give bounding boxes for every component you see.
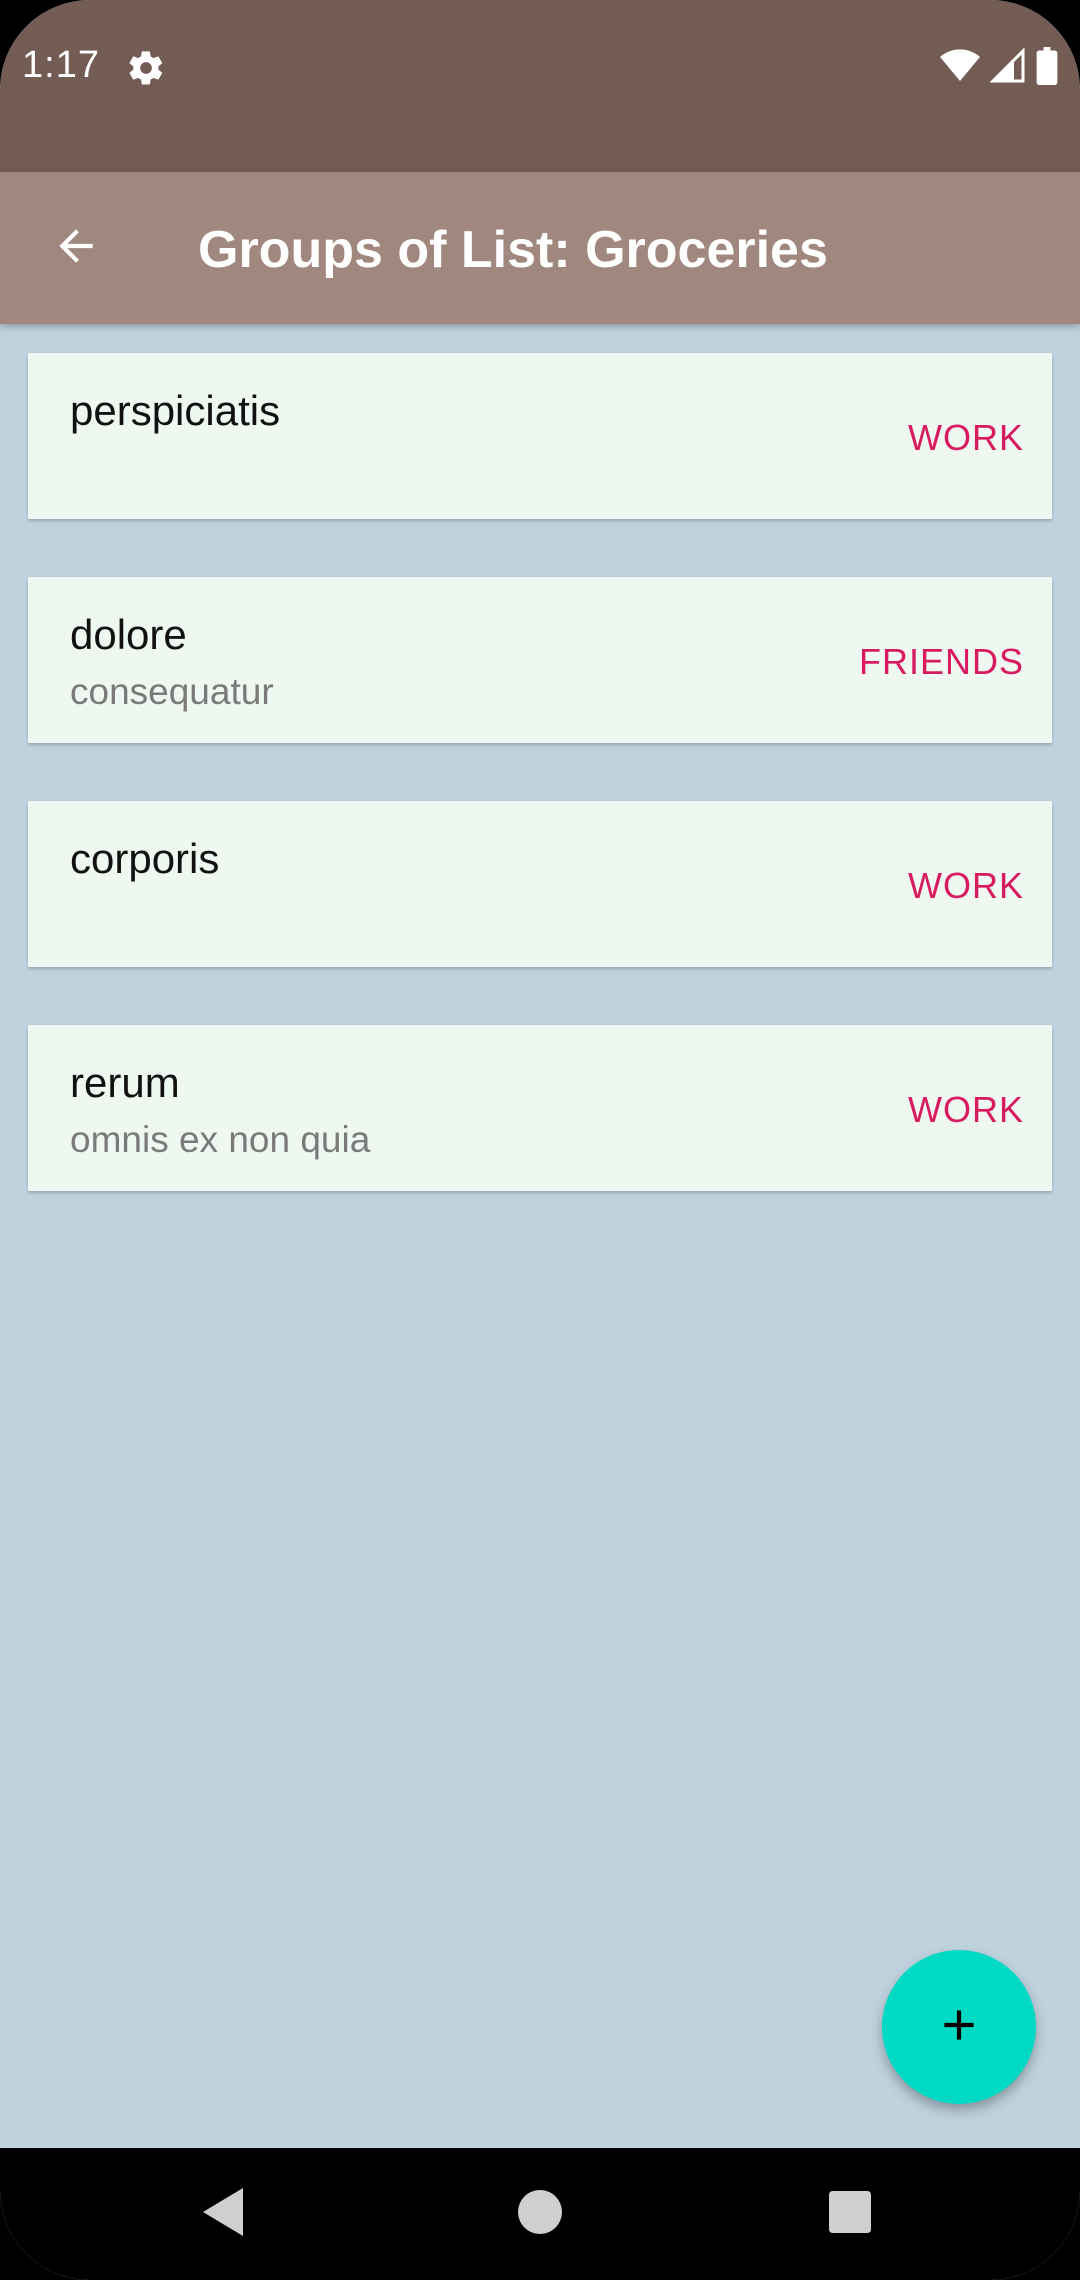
system-nav-bar [0, 2148, 1080, 2280]
home-circle-icon [518, 2189, 562, 2239]
list-item[interactable]: corporis WORK [28, 801, 1052, 967]
group-tag: WORK [908, 865, 1024, 906]
group-tag: WORK [908, 1089, 1024, 1130]
page-title: Groups of List: Groceries [198, 221, 828, 279]
signal-icon [989, 46, 1026, 89]
add-group-button[interactable] [882, 1950, 1036, 2104]
list-item[interactable]: rerum omnis ex non quia WORK [28, 1025, 1052, 1191]
back-triangle-icon [203, 2187, 247, 2241]
back-button[interactable] [36, 208, 116, 288]
nav-back-button[interactable] [195, 2184, 255, 2244]
plus-icon [934, 2000, 984, 2055]
list-item[interactable]: dolore consequatur FRIENDS [28, 577, 1052, 743]
group-title: rerum [70, 1059, 180, 1106]
nav-recents-button[interactable] [820, 2184, 880, 2244]
group-subtitle: omnis ex non quia [70, 1119, 371, 1160]
status-icons [940, 46, 1058, 90]
wifi-icon [940, 48, 980, 88]
app-bar: Groups of List: Groceries [0, 172, 1080, 324]
recents-square-icon [829, 2190, 871, 2238]
group-list: perspiciatis WORK dolore consequatur FRI… [28, 353, 1052, 1249]
arrow-left-icon [51, 221, 101, 276]
battery-icon [1036, 46, 1058, 90]
status-time: 1:17 [22, 44, 100, 86]
group-subtitle: consequatur [70, 671, 274, 712]
group-title: perspiciatis [70, 387, 281, 434]
group-title: corporis [70, 835, 220, 882]
status-bar: 1:17 [0, 0, 1080, 172]
nav-home-button[interactable] [510, 2184, 570, 2244]
group-title: dolore [70, 611, 187, 658]
group-tag: WORK [908, 417, 1024, 458]
screen: 1:17 Groups of List: Groceries perspicia… [0, 0, 1080, 2280]
list-item[interactable]: perspiciatis WORK [28, 353, 1052, 519]
gear-icon [126, 48, 166, 88]
group-tag: FRIENDS [858, 641, 1024, 682]
